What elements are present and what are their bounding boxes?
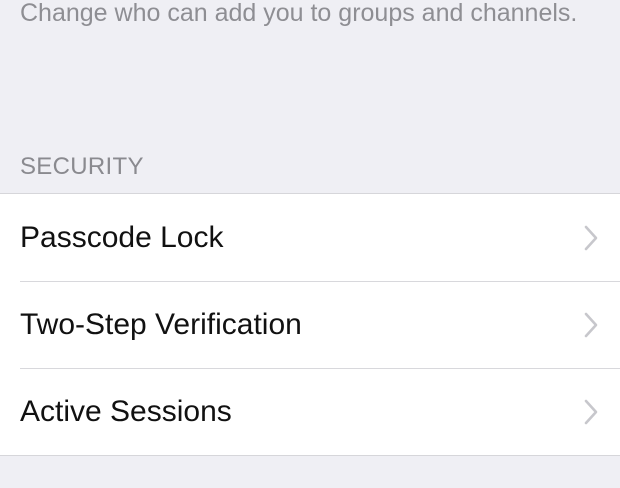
two-step-verification-label: Two-Step Verification [20, 307, 302, 341]
chevron-right-icon [582, 398, 600, 426]
active-sessions-row[interactable]: Active Sessions [0, 368, 620, 455]
chevron-right-icon [582, 311, 600, 339]
chevron-right-icon [582, 224, 600, 252]
settings-screen: Change who can add you to groups and cha… [0, 0, 620, 488]
security-list: Passcode Lock Two-Step Verification Acti… [0, 193, 620, 456]
passcode-lock-label: Passcode Lock [20, 220, 224, 254]
security-section-header: SECURITY [20, 153, 144, 180]
passcode-lock-row[interactable]: Passcode Lock [0, 194, 620, 281]
two-step-verification-row[interactable]: Two-Step Verification [0, 281, 620, 368]
groups-privacy-description: Change who can add you to groups and cha… [20, 0, 578, 27]
active-sessions-label: Active Sessions [20, 394, 232, 428]
